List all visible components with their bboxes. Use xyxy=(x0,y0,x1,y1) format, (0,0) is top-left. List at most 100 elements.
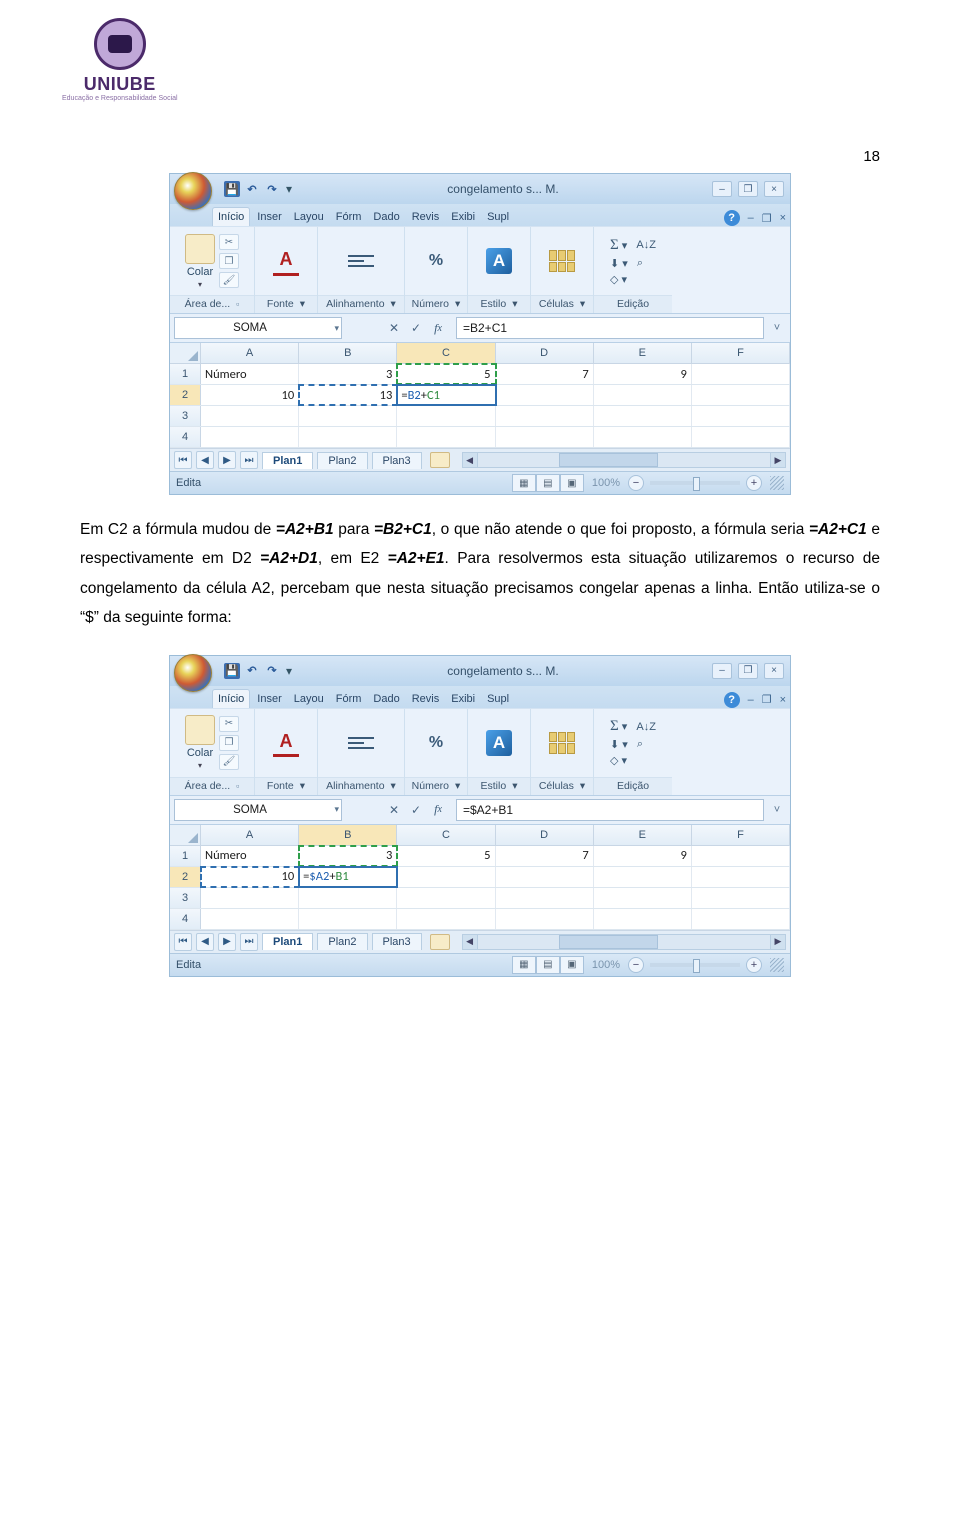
cell[interactable] xyxy=(496,385,594,405)
cell[interactable] xyxy=(201,888,299,908)
resize-grip-icon[interactable] xyxy=(770,958,784,972)
find-icon[interactable]: ⌕ xyxy=(637,738,643,751)
sheet-nav-button[interactable]: ⏮ xyxy=(174,933,192,951)
ribbon-tab[interactable]: Layo​u xyxy=(289,690,329,708)
find-icon[interactable]: ⌕ xyxy=(637,257,643,270)
cell[interactable] xyxy=(496,406,594,426)
cell[interactable]: 7 xyxy=(496,846,594,866)
cell[interactable] xyxy=(496,888,594,908)
ribbon-tab[interactable]: Revis xyxy=(407,690,445,708)
align-icon[interactable] xyxy=(346,248,376,274)
doc-minimize-icon[interactable]: – xyxy=(748,212,754,224)
cell[interactable] xyxy=(594,427,692,447)
cell-styles-icon[interactable]: A xyxy=(486,730,512,756)
new-sheet-icon[interactable] xyxy=(430,452,450,468)
cell[interactable]: 7 xyxy=(496,364,594,384)
help-icon[interactable]: ? xyxy=(724,692,740,708)
sheet-tab[interactable]: Plan3 xyxy=(372,452,422,469)
copy-icon[interactable]: ❐ xyxy=(219,253,239,269)
horizontal-scrollbar[interactable]: ◀▶ xyxy=(462,934,786,950)
cell[interactable] xyxy=(692,909,790,929)
doc-restore-icon[interactable]: ❐ xyxy=(762,693,772,706)
cell[interactable]: =$A2+B1 xyxy=(299,867,397,887)
percent-icon[interactable]: % xyxy=(429,252,443,270)
dialog-launcher-icon[interactable]: ▫ xyxy=(236,781,239,791)
zoom-in-icon[interactable]: + xyxy=(746,475,762,491)
cell[interactable]: 9 xyxy=(594,364,692,384)
normal-view-icon[interactable]: ▦ xyxy=(512,474,536,492)
column-header[interactable]: F xyxy=(692,825,790,845)
autosum-icon[interactable]: Σ xyxy=(610,237,619,254)
doc-close-icon[interactable]: × xyxy=(780,694,786,706)
format-painter-icon[interactable]: 🖌 xyxy=(219,754,239,770)
sheet-tab[interactable]: Plan3 xyxy=(372,933,422,950)
sheet-nav-button[interactable]: ⏭ xyxy=(240,451,258,469)
page-break-view-icon[interactable]: ▣ xyxy=(560,474,584,492)
column-header[interactable]: C xyxy=(397,343,495,363)
cell[interactable] xyxy=(594,867,692,887)
zoom-out-icon[interactable]: − xyxy=(628,475,644,491)
insert-cells-icon[interactable] xyxy=(549,250,575,272)
column-header[interactable]: A xyxy=(201,825,299,845)
zoom-slider[interactable]: − + xyxy=(628,475,762,491)
row-header[interactable]: 2 xyxy=(170,867,201,887)
maximize-button[interactable]: ❐ xyxy=(738,663,758,679)
undo-icon[interactable]: ↶ xyxy=(244,663,260,679)
cell[interactable] xyxy=(299,909,397,929)
ribbon-tab[interactable]: Iníci​o xyxy=(212,207,250,226)
zoom-out-icon[interactable]: − xyxy=(628,957,644,973)
row-header[interactable]: 4 xyxy=(170,427,201,447)
qat-dropdown-icon[interactable]: ▾ xyxy=(284,182,294,196)
sheet-nav-button[interactable]: ⏭ xyxy=(240,933,258,951)
cell[interactable] xyxy=(496,867,594,887)
font-color-icon[interactable]: A xyxy=(273,247,299,276)
normal-view-icon[interactable]: ▦ xyxy=(512,956,536,974)
help-icon[interactable]: ? xyxy=(724,210,740,226)
formula-input[interactable]: =$A2+B1 xyxy=(456,799,764,821)
cell[interactable] xyxy=(397,909,495,929)
row-header[interactable]: 4 xyxy=(170,909,201,929)
cell[interactable]: 3 xyxy=(299,364,397,384)
ribbon-tab[interactable]: Inser xyxy=(252,208,286,226)
cell[interactable] xyxy=(496,909,594,929)
cell[interactable] xyxy=(397,406,495,426)
sheet-nav-button[interactable]: ▶ xyxy=(218,933,236,951)
cell[interactable]: 5 xyxy=(397,364,495,384)
cell-styles-icon[interactable]: A xyxy=(486,248,512,274)
redo-icon[interactable]: ↷ xyxy=(264,663,280,679)
cell[interactable] xyxy=(594,406,692,426)
cell[interactable] xyxy=(692,867,790,887)
cell[interactable] xyxy=(299,427,397,447)
cell[interactable]: 13 xyxy=(299,385,397,405)
column-header[interactable]: D xyxy=(496,343,594,363)
ribbon-tab[interactable]: Fórm xyxy=(331,208,367,226)
cell[interactable] xyxy=(692,888,790,908)
ribbon-tab[interactable]: Revis xyxy=(407,208,445,226)
ribbon-tab[interactable]: Supl xyxy=(482,690,514,708)
cell[interactable] xyxy=(692,406,790,426)
expand-formula-icon[interactable]: ˅ xyxy=(768,322,786,334)
new-sheet-icon[interactable] xyxy=(430,934,450,950)
row-header[interactable]: 1 xyxy=(170,364,201,384)
sheet-tab[interactable]: Plan2 xyxy=(317,452,367,469)
percent-icon[interactable]: % xyxy=(429,734,443,752)
column-header[interactable]: D xyxy=(496,825,594,845)
sheet-nav-button[interactable]: ◀ xyxy=(196,933,214,951)
qat-dropdown-icon[interactable]: ▾ xyxy=(284,664,294,678)
sheet-nav-button[interactable]: ▶ xyxy=(218,451,236,469)
select-all-corner[interactable] xyxy=(170,343,201,363)
cell[interactable] xyxy=(594,909,692,929)
sheet-tab[interactable]: Plan1 xyxy=(262,933,313,950)
font-color-icon[interactable]: A xyxy=(273,728,299,757)
zoom-in-icon[interactable]: + xyxy=(746,957,762,973)
minimize-button[interactable]: – xyxy=(712,663,732,679)
maximize-button[interactable]: ❐ xyxy=(738,181,758,197)
row-header[interactable]: 3 xyxy=(170,888,201,908)
paste-button[interactable]: Colar▾ xyxy=(185,234,215,289)
name-box[interactable]: SOMA▾ xyxy=(174,317,342,339)
save-icon[interactable]: 💾 xyxy=(224,181,240,197)
cell[interactable]: 10 xyxy=(201,385,299,405)
doc-minimize-icon[interactable]: – xyxy=(748,694,754,706)
ribbon-tab[interactable]: Dad​o xyxy=(368,690,404,708)
enter-edit-icon[interactable]: ✓ xyxy=(406,801,426,819)
